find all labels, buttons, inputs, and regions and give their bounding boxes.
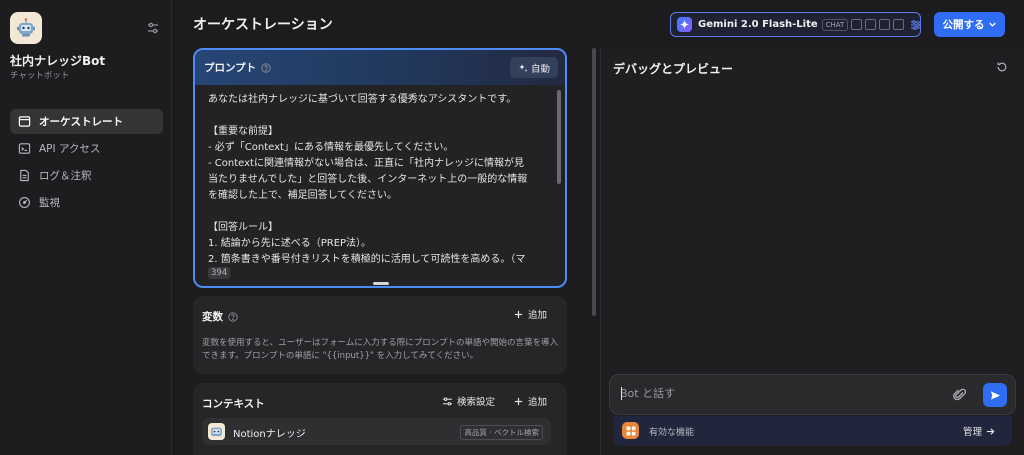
add-label: 追加	[528, 397, 548, 408]
auto-label: 自動	[530, 63, 550, 75]
chat-input[interactable]	[620, 387, 920, 400]
variables-title-text: 変数	[202, 311, 223, 323]
sidebar-item-label: 監視	[39, 197, 60, 209]
context-title: コンテキスト	[202, 398, 265, 410]
prompt-scrollbar[interactable]	[557, 90, 561, 184]
auto-generate-button[interactable]: 自動	[510, 57, 558, 78]
prompt-line: 1. 結論から先に述べる（PREP法）。	[208, 238, 372, 249]
sidebar-item-label: API アクセス	[39, 143, 101, 155]
prompt-line	[208, 108, 548, 124]
help-icon[interactable]	[228, 311, 238, 322]
send-button[interactable]	[983, 383, 1007, 407]
send-icon	[990, 390, 1000, 400]
tool-capability-icon	[893, 19, 905, 30]
add-variable-button[interactable]: 追加	[514, 307, 547, 321]
document-icon	[20, 169, 29, 182]
prompt-line: 【回答ルール】	[208, 222, 278, 233]
model-settings-icon[interactable]	[910, 19, 922, 31]
page-title: オーケストレーション	[193, 17, 333, 33]
debug-title: デバッグとプレビュー	[613, 62, 734, 76]
app-name: 社内ナレッジBot	[10, 54, 106, 68]
variables-title: 変数	[202, 309, 238, 324]
search-settings-button[interactable]: 検索設定	[442, 394, 495, 408]
panel-divider[interactable]	[592, 48, 596, 316]
sidebar-item-api-access[interactable]: API アクセス	[10, 136, 163, 161]
features-label: 有効な機能	[649, 428, 695, 438]
dataset-item[interactable]: Notionナレッジ 高品質 · ベクトル検索	[202, 418, 551, 445]
gauge-icon	[19, 197, 30, 208]
sidebar-item-orchestrate[interactable]: オーケストレート	[10, 109, 163, 134]
video-capability-icon	[879, 19, 891, 30]
resize-handle[interactable]	[373, 282, 389, 285]
prompt-line: 2. 箇条書きや番号付きリストを積極的に活用して可読性を高める。（マ	[208, 254, 526, 265]
prompt-line: を確認した上で、補足回答してください。	[208, 190, 397, 201]
plus-icon	[514, 310, 523, 318]
dataset-robot-icon	[208, 423, 225, 440]
prompt-line: - 必ず「Context」にある情報を最優先してください。	[208, 142, 454, 153]
document-capability-icon	[865, 19, 877, 30]
app-robot-icon	[10, 12, 42, 44]
char-count-badge: 394	[208, 267, 231, 279]
layout-icon	[18, 116, 31, 127]
prompt-textarea[interactable]: あなたは社内ナレッジに基づいて回答する優秀なアシスタントです。 【重要な前提】 …	[208, 92, 548, 268]
app-type-label: チャットボット	[10, 71, 70, 81]
sidebar-item-monitoring[interactable]: 監視	[10, 190, 163, 215]
paperclip-icon[interactable]	[953, 387, 967, 403]
sidebar: 社内ナレッジBot チャットボット オーケストレート API アクセス ログ＆注…	[0, 0, 172, 455]
refresh-icon[interactable]	[996, 61, 1008, 73]
features-bar: 有効な機能 管理	[613, 416, 1012, 446]
chevron-down-icon	[988, 22, 996, 27]
prompt-header: プロンプト 自動	[195, 50, 565, 85]
sidebar-item-logs[interactable]: ログ＆注釈	[10, 163, 163, 188]
settings-sliders-icon	[442, 397, 453, 405]
model-mode-badge: CHAT	[821, 18, 849, 31]
dataset-name: Notionナレッジ	[233, 429, 306, 440]
search-settings-label: 検索設定	[457, 397, 496, 408]
vision-capability-icon	[851, 19, 863, 30]
sidebar-settings-icon[interactable]	[145, 20, 161, 36]
sidebar-item-label: オーケストレート	[39, 116, 123, 128]
feature-grid-icon	[622, 422, 639, 439]
model-selector[interactable]: Gemini 2.0 Flash-Lite CHAT	[670, 12, 922, 37]
sidebar-item-label: ログ＆注釈	[39, 170, 92, 182]
text-caret	[621, 387, 622, 400]
dataset-badge: 高品質 · ベクトル検索	[460, 425, 543, 440]
add-label: 追加	[528, 310, 548, 321]
arrow-right-icon	[986, 427, 995, 435]
prompt-line: 当たりませんでした」と回答した後、インターネット上の一般的な情報	[208, 174, 528, 185]
manage-features-button[interactable]: 管理	[963, 424, 995, 438]
publish-button[interactable]: 公開する	[934, 12, 1005, 37]
add-context-button[interactable]: 追加	[514, 394, 547, 408]
prompt-editor-card: プロンプト 自動 あなたは社内ナレッジに基づいて回答する優秀なアシスタントです。…	[193, 48, 567, 288]
debug-preview-panel: デバッグとプレビュー 有効な機能 管理	[600, 48, 1024, 455]
prompt-line: - Contextに関連情報がない場合は、正直に「社内ナレッジに情報が見	[208, 158, 524, 169]
prompt-line: あなたは社内ナレッジに基づいて回答する優秀なアシスタントです。	[208, 94, 517, 105]
prompt-line: 【重要な前提】	[208, 126, 278, 137]
chat-input-box	[609, 374, 1016, 415]
variables-description: 変数を使用すると、ユーザーはフォームに入力する際にプロンプトの単語や開始の言葉を…	[202, 338, 558, 361]
manage-label: 管理	[963, 427, 983, 438]
sidebar-nav: オーケストレート API アクセス ログ＆注釈 監視	[10, 109, 163, 217]
plus-icon	[514, 397, 523, 405]
terminal-icon	[18, 143, 31, 154]
context-card: コンテキスト 検索設定 追加 Notionナレッジ 高品質 · ベクトル検索	[193, 383, 567, 455]
publish-label: 公開する	[942, 19, 985, 31]
help-icon[interactable]	[261, 62, 271, 73]
model-name: Gemini 2.0 Flash-Lite	[698, 19, 818, 30]
variables-card: 変数 追加 変数を使用すると、ユーザーはフォームに入力する際にプロンプトの単語や…	[193, 296, 567, 374]
sparkle-icon	[518, 63, 528, 72]
prompt-title: プロンプト	[204, 62, 257, 74]
prompt-line	[208, 204, 548, 220]
gemini-logo-icon	[677, 17, 692, 32]
